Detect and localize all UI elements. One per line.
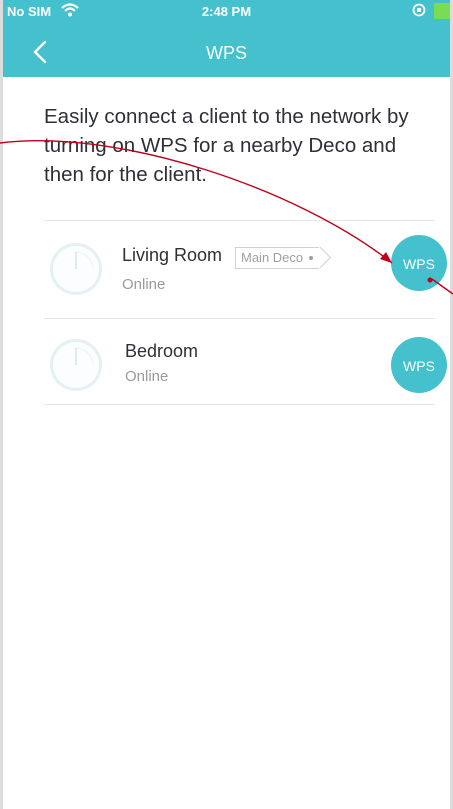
device-row-bedroom[interactable]: Bedroom Online WPS bbox=[44, 319, 449, 416]
battery-icon bbox=[434, 3, 450, 19]
orientation-lock-icon bbox=[412, 3, 426, 20]
deco-device-icon bbox=[50, 243, 102, 295]
device-name: Living Room bbox=[122, 245, 223, 265]
nav-bar: WPS bbox=[3, 28, 450, 72]
deco-device-icon bbox=[50, 339, 102, 391]
device-status: Online bbox=[122, 276, 166, 293]
left-frame bbox=[0, 0, 3, 809]
tag-label: Main Deco bbox=[241, 250, 304, 265]
tag-dot bbox=[309, 256, 314, 260]
device-row-living-room[interactable]: Living Room Main Deco Online WPS bbox=[44, 221, 449, 318]
top-bar: No SIM 2:48 PM WPS bbox=[3, 0, 450, 77]
status-bar: No SIM 2:48 PM bbox=[3, 0, 450, 22]
intro-text: Easily connect a client to the network b… bbox=[44, 105, 409, 186]
page-title: WPS bbox=[205, 43, 247, 63]
wps-button[interactable]: WPS bbox=[391, 235, 447, 291]
device-status: Online bbox=[125, 368, 169, 385]
wps-button[interactable]: WPS bbox=[391, 337, 447, 393]
clock: 2:48 PM bbox=[201, 4, 252, 19]
main-deco-tag: Main Deco bbox=[235, 247, 320, 269]
divider bbox=[44, 404, 435, 405]
device-name: Bedroom bbox=[125, 341, 199, 361]
